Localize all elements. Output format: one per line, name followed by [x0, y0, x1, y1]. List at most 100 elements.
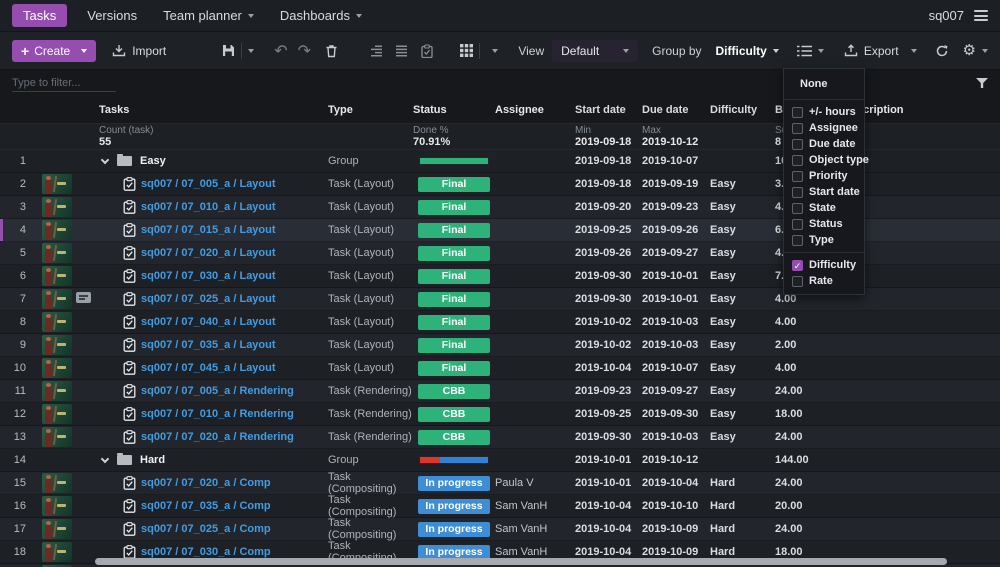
menu-item-assignee[interactable]: Assignee [784, 120, 864, 136]
clipboard-check-icon[interactable] [420, 43, 434, 58]
task-thumbnail[interactable] [42, 496, 72, 516]
checkbox-icon[interactable] [792, 138, 803, 150]
indent-icon[interactable] [370, 44, 383, 57]
task-link[interactable]: sq007 / 07_020_a / Comp [141, 477, 271, 489]
column-header-difficulty[interactable]: Difficulty [710, 104, 775, 116]
task-thumbnail[interactable] [42, 404, 72, 424]
checkbox-icon[interactable] [792, 122, 803, 134]
column-header-due-date[interactable]: Due date [642, 104, 710, 116]
filter-input[interactable] [12, 74, 116, 92]
grid-options-chevron-icon[interactable] [492, 48, 499, 53]
checkbox-icon[interactable] [792, 275, 803, 287]
table-row[interactable]: 8 sq007 / 07_040_a / Layout Task (Layout… [0, 311, 1000, 334]
save-options-chevron-icon[interactable] [248, 48, 255, 53]
task-thumbnail[interactable] [42, 266, 72, 286]
table-row[interactable]: 10 sq007 / 07_045_a / Layout Task (Layou… [0, 357, 1000, 380]
column-header-description[interactable]: Description [843, 104, 1000, 116]
task-thumbnail[interactable] [42, 312, 72, 332]
view-select[interactable]: Default [552, 39, 639, 62]
task-thumbnail[interactable] [42, 358, 72, 378]
menu-item-rate[interactable]: Rate [784, 273, 864, 289]
task-link[interactable]: sq007 / 07_035_a / Layout [141, 339, 276, 351]
table-row[interactable]: 16 sq007 / 07_035_a / Comp Task (Composi… [0, 494, 1000, 518]
list-options-icon[interactable] [796, 45, 812, 57]
collapse-caret-icon[interactable] [100, 155, 110, 164]
task-link[interactable]: sq007 / 07_025_a / Layout [141, 293, 276, 305]
redo-icon[interactable]: ↷ [298, 42, 311, 59]
menu-item-type[interactable]: Type [784, 232, 864, 248]
task-thumbnail[interactable] [42, 174, 72, 194]
delete-trash-icon[interactable] [325, 44, 338, 58]
list-options-chevron-icon[interactable] [817, 48, 824, 53]
menu-item-status[interactable]: Status [784, 216, 864, 232]
task-link[interactable]: sq007 / 07_005_a / Rendering [141, 385, 294, 397]
nav-tab-versions[interactable]: Versions [87, 8, 137, 23]
task-link[interactable]: sq007 / 07_010_a / Rendering [141, 408, 294, 420]
menu-item-difficulty[interactable]: ✓ Difficulty [784, 257, 864, 273]
table-row[interactable]: 11 sq007 / 07_005_a / Rendering Task (Re… [0, 380, 1000, 403]
checkbox-checked-icon[interactable]: ✓ [792, 259, 803, 271]
menu-item-priority[interactable]: Priority [784, 168, 864, 184]
checkbox-icon[interactable] [792, 170, 803, 182]
nav-tab-team-planner[interactable]: Team planner [163, 8, 254, 23]
column-header-tasks[interactable]: Tasks [96, 104, 328, 116]
task-thumbnail[interactable] [42, 220, 72, 240]
task-link[interactable]: sq007 / 07_030_a / Layout [141, 270, 276, 282]
task-thumbnail[interactable] [42, 289, 72, 309]
checkbox-icon[interactable] [792, 234, 803, 246]
horizontal-scrollbar[interactable] [95, 558, 947, 565]
table-row[interactable]: 17 sq007 / 07_025_a / Comp Task (Composi… [0, 517, 1000, 541]
task-link[interactable]: sq007 / 07_015_a / Layout [141, 224, 276, 236]
import-button[interactable]: Import [112, 44, 166, 58]
group-by-button[interactable]: Difficulty [710, 41, 785, 61]
menu-item-start-date[interactable]: Start date [784, 184, 864, 200]
checkbox-icon[interactable] [792, 106, 803, 118]
task-link[interactable]: sq007 / 07_035_a / Comp [141, 500, 271, 512]
task-link[interactable]: sq007 / 07_025_a / Comp [141, 523, 271, 535]
collapse-caret-icon[interactable] [100, 454, 110, 463]
grid-view-icon[interactable] [460, 44, 474, 57]
create-button[interactable]: + Create [12, 39, 97, 62]
task-link[interactable]: sq007 / 07_045_a / Layout [141, 362, 276, 374]
task-thumbnail[interactable] [42, 335, 72, 355]
table-row[interactable]: 9 sq007 / 07_035_a / Layout Task (Layout… [0, 334, 1000, 357]
checkbox-icon[interactable] [792, 218, 803, 230]
refresh-icon[interactable] [935, 44, 949, 58]
table-row[interactable]: 15 sq007 / 07_020_a / Comp Task (Composi… [0, 471, 1000, 495]
table-row[interactable]: 14 Hard Group 2019-10-01 2019-10-12 144.… [0, 449, 1000, 472]
table-row[interactable]: 12 sq007 / 07_010_a / Rendering Task (Re… [0, 403, 1000, 426]
table-row[interactable]: 13 sq007 / 07_020_a / Rendering Task (Re… [0, 426, 1000, 449]
filter-funnel-icon[interactable] [976, 78, 988, 88]
task-thumbnail[interactable] [42, 473, 72, 493]
justify-lines-icon[interactable] [395, 44, 408, 57]
task-link[interactable]: sq007 / 07_010_a / Layout [141, 201, 276, 213]
menu-item-object-type[interactable]: Object type [784, 152, 869, 168]
gear-settings-icon[interactable]: ⚙ [963, 43, 976, 58]
task-thumbnail[interactable] [42, 381, 72, 401]
task-link[interactable]: sq007 / 07_020_a / Rendering [141, 431, 294, 443]
menu-item-due-date[interactable]: Due date [784, 136, 864, 152]
column-header-status[interactable]: Status [413, 104, 495, 116]
menu-item-none[interactable]: None [784, 73, 864, 95]
hamburger-menu-icon[interactable] [974, 8, 988, 24]
comment-icon[interactable] [76, 292, 91, 303]
column-header-start-date[interactable]: Start date [575, 104, 642, 116]
settings-chevron-icon[interactable] [982, 48, 988, 53]
nav-tab-dashboards[interactable]: Dashboards [280, 8, 362, 23]
checkbox-icon[interactable] [792, 186, 803, 198]
undo-icon[interactable]: ↶ [274, 42, 287, 59]
checkbox-icon[interactable] [792, 154, 803, 166]
task-link[interactable]: sq007 / 07_030_a / Comp [141, 546, 271, 558]
task-link[interactable]: sq007 / 07_005_a / Layout [141, 178, 276, 190]
task-thumbnail[interactable] [42, 197, 72, 217]
task-link[interactable]: sq007 / 07_020_a / Layout [141, 247, 276, 259]
nav-tab-tasks[interactable]: Tasks [12, 4, 68, 27]
export-button[interactable]: Export [844, 44, 917, 58]
task-thumbnail[interactable] [42, 519, 72, 539]
task-link[interactable]: sq007 / 07_040_a / Layout [141, 316, 276, 328]
menu-item-hours[interactable]: +/- hours [784, 104, 864, 120]
checkbox-icon[interactable] [792, 202, 803, 214]
task-thumbnail[interactable] [42, 427, 72, 447]
save-icon[interactable] [222, 44, 235, 57]
menu-item-state[interactable]: State [784, 200, 864, 216]
